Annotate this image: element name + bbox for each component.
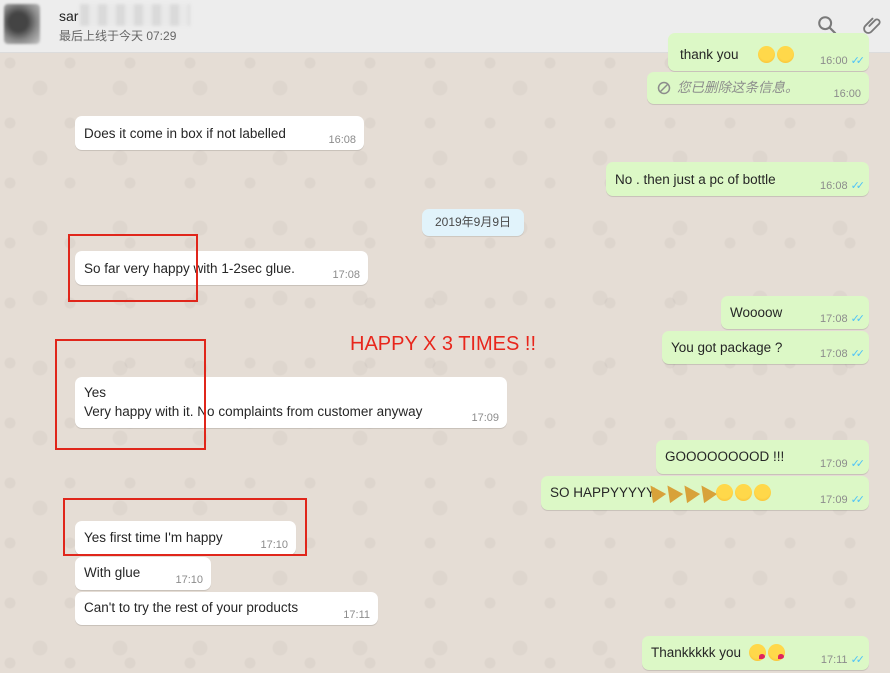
message-meta: 17:11 ✓✓ <box>820 653 866 667</box>
message-time: 16:00 <box>820 55 848 67</box>
read-ticks-icon: ✓✓ <box>850 458 866 470</box>
message-meta: 17:09 <box>471 411 499 425</box>
read-ticks-icon: ✓✓ <box>850 55 866 67</box>
read-ticks-icon: ✓✓ <box>850 180 866 192</box>
highlight-box <box>55 339 206 450</box>
message-outgoing[interactable]: Woooow 17:08 ✓✓ <box>721 296 869 329</box>
message-time: 17:08 <box>332 269 360 281</box>
message-text: thank you <box>680 47 739 62</box>
message-meta: 16:00 ✓✓ <box>820 54 866 68</box>
message-outgoing[interactable]: GOOOOOOOOD !!! 17:09 ✓✓ <box>656 440 869 474</box>
message-time: 17:10 <box>175 574 203 586</box>
message-outgoing[interactable]: SO HAPPYYYYY 17:09 ✓✓ <box>541 476 869 510</box>
message-text: With glue <box>84 565 141 580</box>
message-time: 17:08 <box>820 313 848 325</box>
party-face-icon <box>754 484 771 501</box>
message-meta: 16:00 <box>833 87 861 101</box>
message-meta: 17:09 ✓✓ <box>820 493 866 507</box>
message-time: 17:09 <box>820 458 848 470</box>
date-separator: 2019年9月9日 <box>422 209 524 236</box>
message-meta: 17:11 <box>343 608 370 622</box>
message-time: 17:09 <box>471 412 499 424</box>
last-seen-status: 最后上线于今天 07:29 <box>59 29 177 43</box>
party-face-icon <box>735 484 752 501</box>
message-meta: 17:08 ✓✓ <box>820 347 866 361</box>
name-redaction <box>80 4 190 26</box>
smile-emoji-icon <box>777 46 794 63</box>
message-time: 17:08 <box>820 348 848 360</box>
message-text: SO HAPPYYYYY <box>550 485 656 500</box>
smile-emoji-icon <box>758 46 775 63</box>
message-time: 17:11 <box>343 609 370 621</box>
message-outgoing[interactable]: You got package ? 17:08 ✓✓ <box>662 331 869 364</box>
message-meta: 17:08 ✓✓ <box>820 312 866 326</box>
message-time: 16:00 <box>833 88 861 100</box>
read-ticks-icon: ✓✓ <box>850 654 866 666</box>
emoji-row <box>643 480 771 504</box>
message-text: 您已删除这条信息。 <box>677 80 799 95</box>
annotation-text: HAPPY X 3 TIMES !! <box>350 333 536 355</box>
message-text: Woooow <box>730 305 783 320</box>
message-time: 16:08 <box>820 180 848 192</box>
message-meta: 17:08 <box>332 268 360 282</box>
kiss-face-icon <box>768 644 785 661</box>
contact-name[interactable]: sar <box>59 8 78 24</box>
highlight-box <box>63 498 307 556</box>
message-text: Thankkkkk you <box>651 645 742 660</box>
message-time: 17:11 <box>820 654 848 666</box>
message-incoming[interactable]: With glue 17:10 <box>75 557 211 590</box>
message-meta: 16:08 <box>328 133 356 147</box>
message-meta: 17:09 ✓✓ <box>820 457 866 471</box>
message-text: Can't to try the rest of your products <box>84 600 299 615</box>
message-text: No . then just a pc of bottle <box>615 172 776 187</box>
party-popper-icon <box>694 480 718 504</box>
message-meta: 16:08 ✓✓ <box>820 179 866 193</box>
read-ticks-icon: ✓✓ <box>850 313 866 325</box>
avatar[interactable] <box>4 4 40 44</box>
highlight-box <box>68 234 198 302</box>
party-face-icon <box>716 484 733 501</box>
message-text: GOOOOOOOOD !!! <box>665 449 785 464</box>
paperclip-icon[interactable] <box>862 14 884 36</box>
message-outgoing[interactable]: Thankkkkk you 17:11 ✓✓ <box>642 636 869 670</box>
message-outgoing[interactable]: thank you 16:00 ✓✓ <box>668 33 869 71</box>
kiss-face-icon <box>749 644 766 661</box>
message-text: Does it come in box if not labelled <box>84 126 286 141</box>
message-outgoing[interactable]: No . then just a pc of bottle 16:08 ✓✓ <box>606 162 869 196</box>
message-incoming[interactable]: Does it come in box if not labelled 16:0… <box>75 116 364 150</box>
read-ticks-icon: ✓✓ <box>850 494 866 506</box>
message-deleted[interactable]: 您已删除这条信息。 16:00 <box>647 72 869 104</box>
message-time: 16:08 <box>328 134 356 146</box>
message-text: You got package ? <box>671 340 783 355</box>
message-meta: 17:10 <box>175 573 203 587</box>
message-incoming[interactable]: Can't to try the rest of your products 1… <box>75 592 378 625</box>
message-time: 17:09 <box>820 494 848 506</box>
deleted-icon <box>657 81 671 95</box>
read-ticks-icon: ✓✓ <box>850 348 866 360</box>
